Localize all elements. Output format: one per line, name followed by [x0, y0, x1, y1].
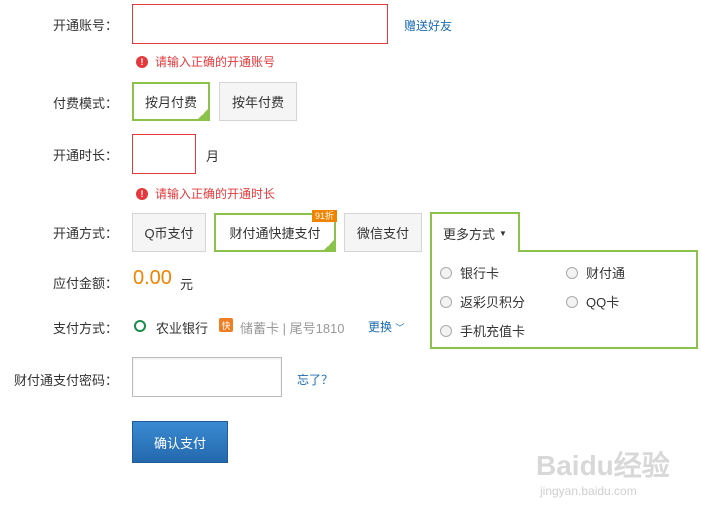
password-input[interactable] — [132, 357, 282, 397]
qcoin-option-label: Q币支付 — [144, 226, 194, 241]
duration-error-text: 请输入正确的开通时长 — [155, 187, 276, 201]
account-label-text: 开通账号 — [52, 18, 105, 33]
option-phone-card-label: 手机充值卡 — [460, 324, 526, 339]
abc-bank-icon — [134, 320, 146, 332]
yearly-option-label: 按年付费 — [231, 95, 284, 110]
confirm-pay-button[interactable]: 确认支付 — [132, 421, 228, 463]
label-colon: ： — [104, 18, 118, 33]
password-label-text: 财付通支付密码 — [13, 373, 105, 388]
label-colon: ： — [104, 148, 118, 163]
duration-input[interactable] — [132, 134, 196, 174]
radio-icon — [440, 266, 452, 279]
payment-mode-label-text: 付费模式 — [52, 96, 105, 111]
amount-label-text: 应付金额 — [52, 276, 105, 291]
duration-unit: 月 — [206, 149, 220, 164]
option-bank-card-label: 银行卡 — [460, 266, 500, 281]
monthly-option-label: 按月付费 — [144, 95, 197, 110]
method-label: 开通方式： — [0, 223, 118, 242]
label-colon: ： — [104, 276, 118, 291]
forgot-password-link[interactable]: 忘了？ — [297, 371, 333, 388]
error-icon: ! — [136, 55, 148, 68]
gift-friend-link[interactable]: 赠送好友 — [404, 17, 452, 34]
amount-label: 应付金额： — [0, 273, 118, 292]
label-colon: ： — [104, 226, 118, 241]
check-icon: ✓ — [200, 109, 207, 118]
option-caibei-points-label: 返彩贝积分 — [460, 295, 526, 310]
radio-icon — [566, 295, 578, 308]
label-colon: ： — [104, 96, 118, 111]
option-tenpay[interactable]: 财付通 — [566, 263, 625, 282]
baidu-watermark: Baidu经验 — [536, 444, 670, 484]
duration-label-text: 开通时长 — [52, 148, 105, 163]
change-card-link-text: 更换 — [368, 320, 393, 334]
more-methods-label: 更多方式 — [443, 226, 496, 242]
method-label-text: 开通方式 — [52, 226, 105, 241]
amount-unit: 元 — [180, 277, 194, 292]
more-methods-button[interactable]: 更多方式 ▼ — [430, 212, 520, 252]
account-input[interactable] — [132, 4, 388, 44]
monthly-option[interactable]: 按月付费 ✓ — [132, 82, 210, 121]
duration-label: 开通时长： — [0, 145, 118, 164]
account-error-text: 请输入正确的开通账号 — [155, 55, 276, 69]
option-qq-card[interactable]: QQ卡 — [566, 292, 619, 311]
qcoin-option[interactable]: Q币支付 — [132, 213, 206, 252]
account-label: 开通账号： — [0, 15, 118, 34]
chevron-down-icon: ﹀ — [395, 323, 405, 333]
watermark-url: jingyan.baidu.com — [540, 484, 637, 498]
pay-way-label: 支付方式： — [0, 318, 118, 337]
quick-pay-icon: 快 — [219, 318, 233, 332]
radio-icon — [440, 295, 452, 308]
card-info: 储蓄卡 | 尾号1810 — [240, 321, 345, 336]
watermark-brand: Baidu经验 — [536, 450, 670, 481]
label-colon: ： — [104, 321, 118, 336]
option-tenpay-label: 财付通 — [586, 266, 626, 281]
bank-name: 农业银行 — [156, 321, 209, 336]
check-icon: ✓ — [326, 240, 333, 249]
payment-mode-label: 付费模式： — [0, 93, 118, 112]
duration-error: ! 请输入正确的开通时长 — [136, 185, 275, 202]
option-phone-card[interactable]: 手机充值卡 — [440, 321, 525, 340]
yearly-option[interactable]: 按年付费 — [219, 82, 297, 121]
option-bank-card[interactable]: 银行卡 — [440, 263, 499, 282]
pay-way-label-text: 支付方式 — [52, 321, 105, 336]
option-caibei-points[interactable]: 返彩贝积分 — [440, 292, 525, 311]
discount-badge: 91折 — [312, 210, 338, 222]
option-qq-card-label: QQ卡 — [586, 295, 620, 310]
tenpay-quick-option-label: 财付通快捷支付 — [229, 226, 321, 241]
label-colon: ： — [104, 373, 118, 388]
caret-down-icon: ▼ — [499, 228, 507, 238]
account-error: ! 请输入正确的开通账号 — [136, 53, 275, 70]
radio-icon — [440, 324, 452, 337]
password-label: 财付通支付密码： — [0, 370, 118, 389]
change-card-link[interactable]: 更换 ﹀ — [368, 318, 404, 335]
radio-icon — [566, 266, 578, 279]
amount-value: 0.00 — [133, 267, 172, 289]
wechat-option-label: 微信支付 — [356, 226, 409, 241]
wechat-option[interactable]: 微信支付 — [344, 213, 422, 252]
error-icon: ! — [136, 187, 148, 200]
